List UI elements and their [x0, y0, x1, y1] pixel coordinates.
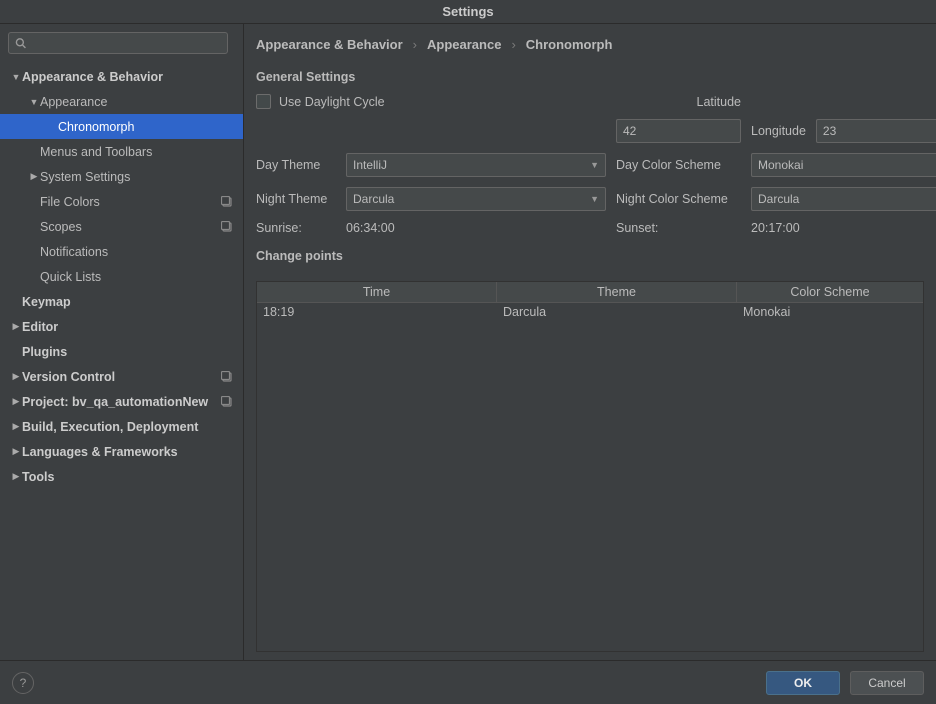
- sidebar-item[interactable]: ▶Build, Execution, Deployment: [0, 414, 243, 439]
- sidebar-item-label: Appearance & Behavior: [22, 70, 163, 84]
- sidebar-item-label: Keymap: [22, 295, 71, 309]
- day-color-select[interactable]: Monokai ▼: [751, 153, 936, 177]
- sidebar-item[interactable]: ▼Appearance & Behavior: [0, 64, 243, 89]
- longitude-input[interactable]: [816, 119, 936, 143]
- chevron-right-icon: ›: [511, 37, 515, 52]
- project-scope-icon: [221, 196, 233, 208]
- chevron-down-icon: ▼: [10, 72, 22, 82]
- ok-button[interactable]: OK: [766, 671, 840, 695]
- change-points-table: Time Theme Color Scheme 18:19DarculaMono…: [256, 281, 924, 652]
- settings-sidebar: ▼Appearance & Behavior▼AppearanceChronom…: [0, 24, 244, 660]
- sidebar-item[interactable]: File Colors: [0, 189, 243, 214]
- sidebar-item[interactable]: ▶System Settings: [0, 164, 243, 189]
- project-scope-icon: [221, 396, 233, 408]
- chevron-right-icon: ›: [413, 37, 417, 52]
- night-color-label: Night Color Scheme: [616, 192, 741, 206]
- daylight-checkbox[interactable]: [256, 94, 271, 109]
- sidebar-item-label: Build, Execution, Deployment: [22, 420, 198, 434]
- sidebar-item-label: Project: bv_qa_automationNew: [22, 395, 208, 409]
- sunrise-value: 06:34:00: [346, 221, 606, 235]
- breadcrumb: Appearance & Behavior › Appearance › Chr…: [256, 32, 924, 56]
- sidebar-item[interactable]: ▶Version Control: [0, 364, 243, 389]
- sunset-value: 20:17:00: [751, 221, 936, 235]
- column-header-time[interactable]: Time: [257, 282, 497, 302]
- sunrise-label: Sunrise:: [256, 221, 336, 235]
- sidebar-item[interactable]: Plugins: [0, 339, 243, 364]
- table-cell: Monokai: [737, 303, 923, 321]
- night-color-select[interactable]: Darcula ▼: [751, 187, 936, 211]
- help-button[interactable]: ?: [12, 672, 34, 694]
- longitude-label: Longitude: [751, 124, 806, 138]
- chevron-down-icon: ▼: [590, 194, 599, 204]
- night-theme-value: Darcula: [353, 192, 394, 206]
- night-color-value: Darcula: [758, 192, 799, 206]
- breadcrumb-item: Chronomorph: [526, 37, 613, 52]
- column-header-theme[interactable]: Theme: [497, 282, 737, 302]
- day-theme-label: Day Theme: [256, 158, 336, 172]
- night-theme-select[interactable]: Darcula ▼: [346, 187, 606, 211]
- column-header-scheme[interactable]: Color Scheme: [737, 282, 923, 302]
- search-icon: [15, 37, 26, 49]
- general-settings-title: General Settings: [256, 70, 924, 84]
- latitude-input[interactable]: [616, 119, 741, 143]
- sidebar-item-label: File Colors: [40, 195, 100, 209]
- latitude-label: Latitude: [616, 95, 741, 109]
- sunset-label: Sunset:: [616, 221, 741, 235]
- sidebar-item-label: Notifications: [40, 245, 108, 259]
- sidebar-item-label: Plugins: [22, 345, 67, 359]
- sidebar-item[interactable]: Quick Lists: [0, 264, 243, 289]
- sidebar-item[interactable]: Chronomorph: [0, 114, 243, 139]
- table-cell: Darcula: [497, 303, 737, 321]
- daylight-label: Use Daylight Cycle: [279, 95, 385, 109]
- sidebar-item[interactable]: ▶Tools: [0, 464, 243, 489]
- settings-content: Appearance & Behavior › Appearance › Chr…: [244, 24, 936, 660]
- settings-tree: ▼Appearance & Behavior▼AppearanceChronom…: [0, 62, 243, 660]
- search-input-wrapper[interactable]: [8, 32, 228, 54]
- chevron-right-icon: ▶: [10, 421, 22, 432]
- chevron-down-icon: ▼: [590, 160, 599, 170]
- chevron-right-icon: ▶: [10, 371, 22, 382]
- search-input[interactable]: [30, 36, 221, 50]
- day-color-label: Day Color Scheme: [616, 158, 741, 172]
- chevron-right-icon: ▶: [10, 321, 22, 332]
- day-theme-select[interactable]: IntelliJ ▼: [346, 153, 606, 177]
- sidebar-item-label: Chronomorph: [58, 120, 134, 134]
- sidebar-item-label: Tools: [22, 470, 54, 484]
- breadcrumb-item[interactable]: Appearance & Behavior: [256, 37, 403, 52]
- sidebar-item[interactable]: ▶Project: bv_qa_automationNew: [0, 389, 243, 414]
- breadcrumb-item[interactable]: Appearance: [427, 37, 501, 52]
- day-color-value: Monokai: [758, 158, 803, 172]
- sidebar-item[interactable]: ▶Languages & Frameworks: [0, 439, 243, 464]
- sidebar-item-label: Editor: [22, 320, 58, 334]
- sidebar-item-label: Appearance: [40, 95, 107, 109]
- sidebar-item[interactable]: ▼Appearance: [0, 89, 243, 114]
- sidebar-item[interactable]: Scopes: [0, 214, 243, 239]
- sidebar-item-label: Menus and Toolbars: [40, 145, 152, 159]
- sidebar-item-label: Scopes: [40, 220, 82, 234]
- help-icon: ?: [20, 676, 27, 690]
- project-scope-icon: [221, 371, 233, 383]
- sidebar-item-label: Version Control: [22, 370, 115, 384]
- sidebar-item-label: Quick Lists: [40, 270, 101, 284]
- project-scope-icon: [221, 221, 233, 233]
- chevron-right-icon: ▶: [10, 396, 22, 407]
- sidebar-item-label: System Settings: [40, 170, 130, 184]
- table-row[interactable]: 18:19DarculaMonokai: [257, 303, 923, 321]
- sidebar-item[interactable]: Notifications: [0, 239, 243, 264]
- sidebar-item[interactable]: ▶Editor: [0, 314, 243, 339]
- sidebar-item-label: Languages & Frameworks: [22, 445, 178, 459]
- day-theme-value: IntelliJ: [353, 158, 387, 172]
- sidebar-item[interactable]: Menus and Toolbars: [0, 139, 243, 164]
- chevron-down-icon: ▼: [28, 97, 40, 107]
- window-title: Settings: [0, 0, 936, 24]
- night-theme-label: Night Theme: [256, 192, 336, 206]
- chevron-right-icon: ▶: [28, 171, 40, 182]
- chevron-right-icon: ▶: [10, 471, 22, 482]
- dialog-footer: ? OK Cancel: [0, 660, 936, 704]
- chevron-right-icon: ▶: [10, 446, 22, 457]
- table-cell: 18:19: [257, 303, 497, 321]
- sidebar-item[interactable]: Keymap: [0, 289, 243, 314]
- cancel-button[interactable]: Cancel: [850, 671, 924, 695]
- change-points-title: Change points: [256, 249, 924, 263]
